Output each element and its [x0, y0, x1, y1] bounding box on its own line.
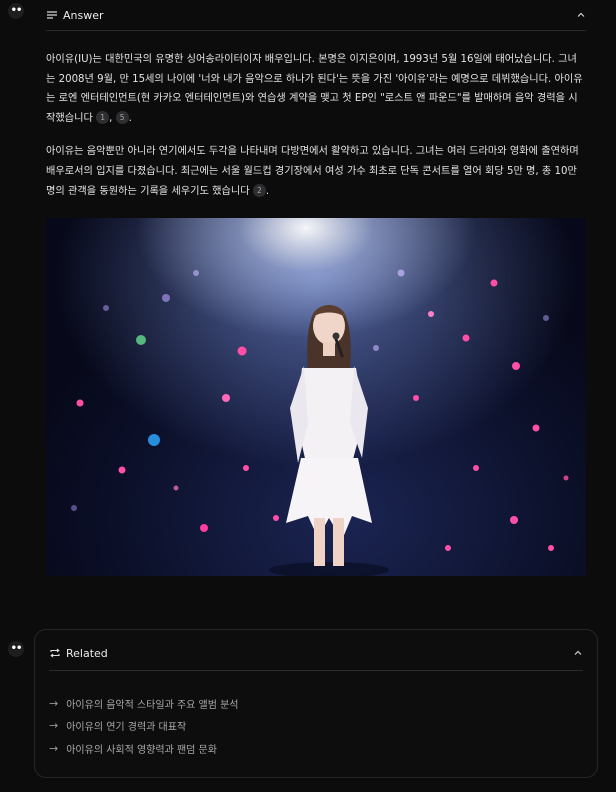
arrow-right-icon: → — [49, 696, 59, 710]
related-item-label: 아이유의 음악적 스타일과 주요 앨범 분석 — [66, 699, 239, 711]
page: •• Answer 아이유(IU)는 대한민국의 유명한 싱어송라이터이자 배우… — [0, 0, 616, 792]
answer-paragraph: 아이유는 음악뿐만 아니라 연기에서도 두각을 나타내며 다방면에서 활약하고 … — [46, 142, 586, 201]
related-header-label: Related — [66, 646, 108, 660]
lines-icon — [47, 11, 57, 19]
answer-body: 아이유(IU)는 대한민국의 유명한 싱어송라이터이자 배우입니다. 본명은 이… — [46, 50, 586, 215]
related-item[interactable]: → 아이유의 음악적 스타일과 주요 앨범 분석 — [49, 692, 583, 715]
arrow-right-icon: → — [49, 719, 59, 733]
answer-header[interactable]: Answer — [46, 0, 586, 31]
paragraph-end: . — [128, 112, 132, 124]
paragraph-text: 아이유는 음악뿐만 아니라 연기에서도 두각을 나타내며 다방면에서 활약하고 … — [46, 146, 579, 197]
performer-figure — [269, 305, 389, 576]
related-item[interactable]: → 아이유의 사회적 영향력과 팬덤 문화 — [49, 737, 583, 760]
related-item-label: 아이유의 연기 경력과 대표작 — [66, 722, 187, 734]
citation-badge[interactable]: 2 — [252, 183, 266, 197]
repeat-icon — [50, 648, 60, 658]
citation-badge[interactable]: 5 — [115, 110, 129, 124]
related-item-label: 아이유의 사회적 영향력과 팬덤 문화 — [66, 744, 217, 756]
arrow-right-icon: → — [49, 741, 59, 755]
answer-header-label: Answer — [63, 8, 104, 22]
answer-paragraph: 아이유(IU)는 대한민국의 유명한 싱어송라이터이자 배우입니다. 본명은 이… — [46, 50, 586, 128]
chevron-up-icon[interactable] — [576, 10, 586, 20]
more-dots-icon[interactable]: •• — [8, 641, 24, 657]
answer-header-left: Answer — [46, 9, 104, 22]
related-list: → 아이유의 음악적 스타일과 주요 앨범 분석 → 아이유의 연기 경력과 대… — [49, 692, 583, 760]
related-header[interactable]: Related — [49, 636, 583, 671]
citation-badge[interactable]: 1 — [96, 110, 110, 124]
chevron-up-icon[interactable] — [573, 648, 583, 658]
concert-photo[interactable] — [46, 218, 586, 576]
related-panel: Related → 아이유의 음악적 스타일과 주요 앨범 분석 → 아이유의 … — [34, 629, 598, 778]
related-item[interactable]: → 아이유의 연기 경력과 대표작 — [49, 715, 583, 738]
concert-photo-art — [71, 269, 569, 576]
paragraph-end: . — [265, 185, 270, 197]
more-dots-icon[interactable]: •• — [8, 3, 24, 19]
citation-separator: , — [109, 112, 113, 124]
related-header-left: Related — [49, 647, 108, 660]
